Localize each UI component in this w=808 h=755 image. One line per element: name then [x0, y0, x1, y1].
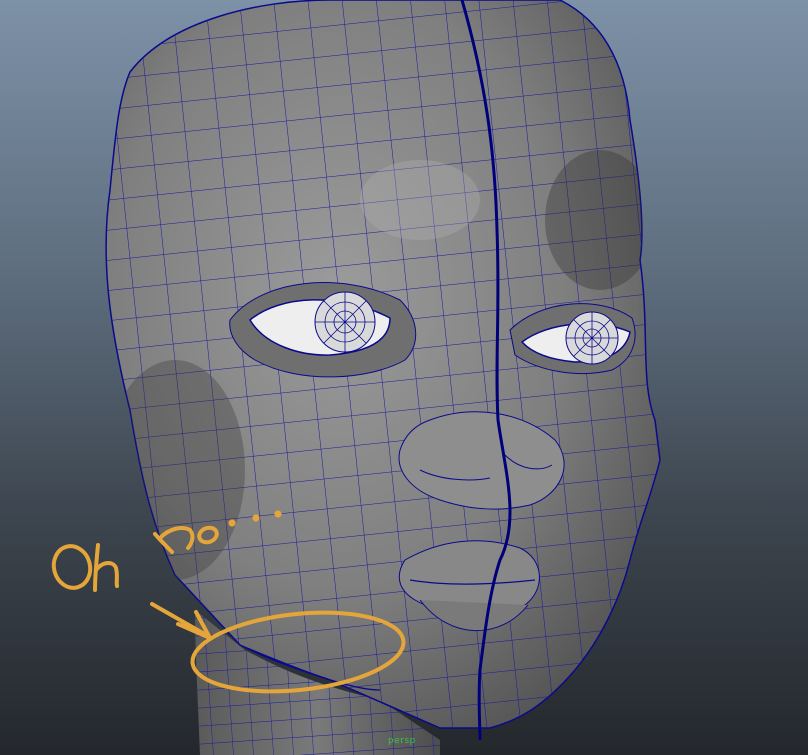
camera-label: persp [388, 736, 416, 746]
annotation-dot [252, 514, 260, 522]
annotation-dot [274, 510, 282, 518]
annotation-letter-h [93, 543, 119, 592]
annotation-letter-o [51, 544, 93, 590]
annotation-dot [228, 519, 236, 527]
annotation-arrow [150, 602, 212, 640]
head-mesh[interactable] [90, 0, 670, 741]
viewport-canvas[interactable] [0, 0, 808, 755]
3d-viewport[interactable]: persp [0, 0, 808, 755]
